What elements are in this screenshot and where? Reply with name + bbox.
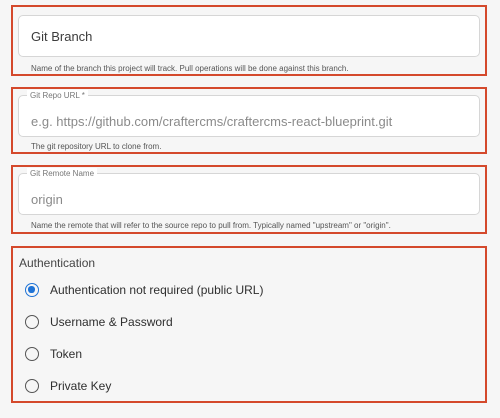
git-remote-name-section: Git Remote Name Name the remote that wil…	[11, 165, 487, 234]
radio-button[interactable]	[25, 315, 39, 329]
git-repo-url-helper-text: The git repository URL to clone from.	[31, 142, 162, 151]
git-branch-input[interactable]	[19, 16, 479, 56]
auth-option-token[interactable]: Token	[25, 344, 82, 364]
auth-option-label: Token	[50, 347, 83, 361]
radio-button[interactable]	[25, 283, 39, 297]
git-branch-field[interactable]	[18, 15, 480, 57]
git-remote-name-field[interactable]: Git Remote Name	[18, 168, 480, 215]
git-repo-url-section: Git Repo URL * The git repository URL to…	[11, 87, 487, 154]
auth-option-label: Private Key	[50, 379, 112, 393]
git-repo-url-field[interactable]: Git Repo URL *	[18, 90, 480, 137]
git-remote-name-helper-text: Name the remote that will refer to the s…	[31, 221, 391, 230]
auth-option-private-key[interactable]: Private Key	[25, 376, 111, 396]
git-branch-helper-text: Name of the branch this project will tra…	[31, 64, 349, 73]
git-repo-url-input[interactable]	[19, 96, 479, 136]
radio-button[interactable]	[25, 379, 39, 393]
git-branch-section: Name of the branch this project will tra…	[11, 5, 487, 76]
authentication-section: Authentication Authentication not requir…	[11, 246, 487, 403]
authentication-title: Authentication	[19, 256, 96, 270]
auth-option-none[interactable]: Authentication not required (public URL)	[25, 280, 263, 300]
radio-button[interactable]	[25, 347, 39, 361]
auth-option-username-password[interactable]: Username & Password	[25, 312, 173, 332]
auth-option-label: Authentication not required (public URL)	[50, 283, 264, 297]
auth-option-label: Username & Password	[50, 315, 173, 329]
git-remote-name-input[interactable]	[19, 174, 479, 214]
